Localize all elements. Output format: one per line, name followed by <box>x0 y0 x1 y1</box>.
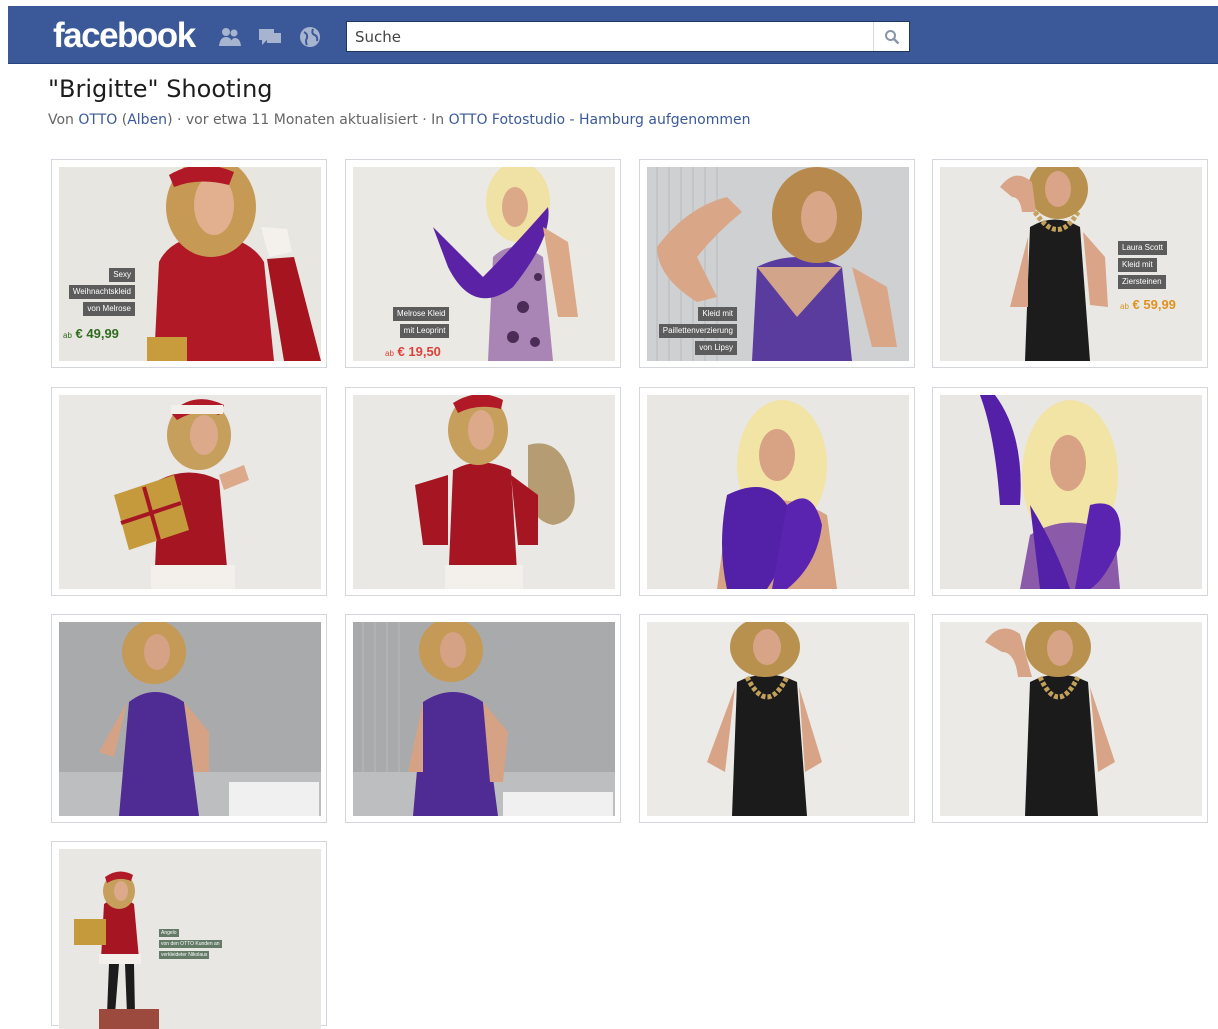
photo-tile[interactable] <box>639 387 915 596</box>
search-box <box>346 21 910 52</box>
meta-updated: · vor etwa 11 Monaten aktualisiert · In <box>172 112 449 128</box>
meta-prefix: Von <box>48 112 79 128</box>
search-icon <box>884 29 899 44</box>
photo-tile[interactable] <box>932 387 1208 596</box>
facebook-logo[interactable]: facebook <box>53 16 196 56</box>
photo-tile[interactable] <box>51 614 327 823</box>
product-tag-box: Sexy Weihnachtskleid von Melrose <box>68 268 135 316</box>
photo-purple-sequin-dress[interactable]: Kleid mit Paillettenverzierung von Lipsy <box>647 167 909 361</box>
album-meta: Von OTTO (Alben) · vor etwa 11 Monaten a… <box>48 112 751 128</box>
albums-link[interactable]: Alben <box>127 112 167 128</box>
photo-santa-gift-kiss[interactable] <box>59 395 321 589</box>
product-tag: Paillettenverzierung <box>658 324 737 338</box>
product-tag: Sexy <box>109 268 135 282</box>
messages-icon[interactable] <box>258 26 282 48</box>
price-label: ab € 19,50 <box>385 344 441 359</box>
photo-tile[interactable] <box>639 614 915 823</box>
product-tag-box: Angelo von den OTTO Kunden an verkleidet… <box>159 929 222 959</box>
photo-santa-sack[interactable] <box>353 395 615 589</box>
photo-tile[interactable]: Melrose Kleid mit Leoprint ab € 19,50 <box>345 159 621 368</box>
photo-purple-dress-standing[interactable] <box>353 622 615 816</box>
price-label: ab € 49,99 <box>63 326 119 341</box>
product-tag: Laura Scott <box>1118 241 1167 255</box>
photo-tile[interactable]: Angelo von den OTTO Kunden an verkleidet… <box>51 841 327 1029</box>
search-input[interactable] <box>347 22 867 51</box>
product-tag: Kleid mit <box>698 307 737 321</box>
product-tag: verkleideter Nikolaus <box>159 951 210 959</box>
price-label: ab € 59,99 <box>1120 297 1176 312</box>
product-tag-box: Melrose Kleid mit Leoprint <box>393 307 450 338</box>
product-tag-box: Laura Scott Kleid mit Ziersteinen <box>1118 241 1167 289</box>
photo-red-santa-dress[interactable]: Sexy Weihnachtskleid von Melrose ab € 49… <box>59 167 321 361</box>
photo-blonde-wig-boa[interactable] <box>647 395 909 589</box>
product-tag: von Lipsy <box>695 341 737 355</box>
photo-tile[interactable] <box>51 387 327 596</box>
product-tag: Ziersteinen <box>1118 275 1166 289</box>
product-tag: Weihnachtskleid <box>68 285 135 299</box>
photo-black-dress-necklace[interactable]: Laura Scott Kleid mit Ziersteinen ab € 5… <box>940 167 1202 361</box>
photo-santa-full-body[interactable]: Angelo von den OTTO Kunden an verkleidet… <box>59 849 321 1029</box>
product-tag: Kleid mit <box>1118 258 1157 272</box>
product-tag: von Melrose <box>83 302 135 316</box>
owner-link[interactable]: OTTO <box>78 112 117 128</box>
photo-black-dress-full[interactable] <box>647 622 909 816</box>
notifications-globe-icon[interactable] <box>298 26 322 48</box>
top-navigation-bar: facebook <box>8 6 1218 64</box>
photo-tile[interactable]: Sexy Weihnachtskleid von Melrose ab € 49… <box>51 159 327 368</box>
product-tag: Angelo <box>159 929 179 937</box>
photo-leopard-dress[interactable]: Melrose Kleid mit Leoprint ab € 19,50 <box>353 167 615 361</box>
album-title: "Brigitte" Shooting <box>48 75 273 103</box>
friends-icon[interactable] <box>218 26 242 48</box>
photo-tile[interactable] <box>932 614 1208 823</box>
product-tag-box: Kleid mit Paillettenverzierung von Lipsy <box>658 307 737 355</box>
photo-tile[interactable]: Laura Scott Kleid mit Ziersteinen ab € 5… <box>932 159 1208 368</box>
product-tag: mit Leoprint <box>399 324 450 338</box>
product-tag: Melrose Kleid <box>393 307 450 321</box>
search-button[interactable] <box>873 22 909 51</box>
location-link[interactable]: OTTO Fotostudio - Hamburg aufgenommen <box>449 112 751 128</box>
product-tag: von den OTTO Kunden an <box>159 940 222 948</box>
photo-tile[interactable]: Kleid mit Paillettenverzierung von Lipsy <box>639 159 915 368</box>
photo-tile[interactable] <box>345 387 621 596</box>
photo-black-dress-arm-raised[interactable] <box>940 622 1202 816</box>
photo-purple-dress-full[interactable] <box>59 622 321 816</box>
photo-blonde-wig-boa-raised[interactable] <box>940 395 1202 589</box>
photo-tile[interactable] <box>345 614 621 823</box>
